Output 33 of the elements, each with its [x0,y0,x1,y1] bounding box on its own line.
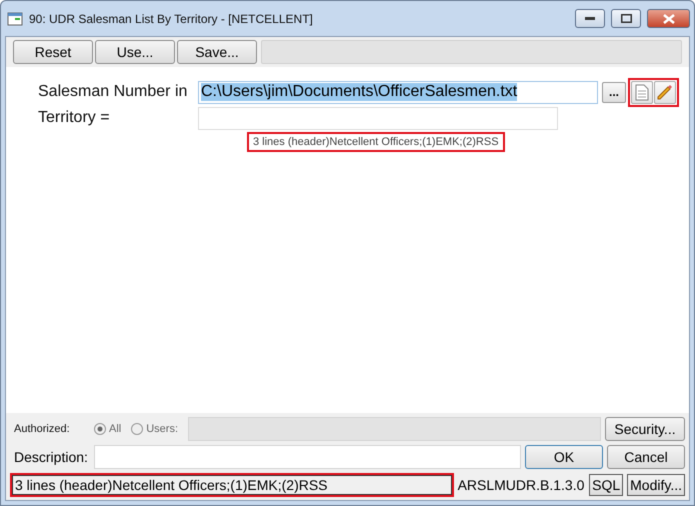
document-icon [635,84,649,100]
toolbar-button[interactable]: Reset [13,40,93,64]
maximize-button[interactable] [611,9,641,28]
dialog-button[interactable]: OK [525,445,603,469]
minimize-button[interactable] [575,9,605,28]
toolbar-button[interactable]: Save... [177,40,257,64]
description-field[interactable] [94,445,521,469]
program-id: ARSLMUDR.B.1.3.0 [458,477,586,493]
dialog-button[interactable]: Cancel [607,445,685,469]
criteria-field[interactable] [198,106,558,130]
window-title: 90: UDR Salesman List By Territory - [NETCELLENT] [29,12,314,26]
status-message: 3 lines (header)Netcellent Officers;(1)EMK;(2)RSS [12,475,452,495]
status-button[interactable]: Modify... [627,474,685,496]
minimize-icon [585,16,595,20]
criteria-field[interactable]: C:\Users\jim\Documents\OfficerSalesmen.txt [198,80,598,104]
criteria-label: Salesman Number in [38,83,188,101]
toolbar-button[interactable]: Use... [95,40,175,64]
close-button[interactable] [647,9,690,28]
radio-option[interactable]: Users: [131,423,178,435]
maximize-icon [620,14,632,23]
description-label: Description: [13,449,89,465]
browse-button[interactable]: ... [602,82,626,102]
document-button[interactable] [631,80,653,104]
close-icon [662,14,674,24]
window-icon [7,10,23,26]
criteria-label: Territory = [38,109,111,127]
hint-tooltip: 3 lines (header)Netcellent Officers;(1)EMK;(2)RSS [247,132,505,152]
edit-button[interactable] [654,80,676,104]
pencil-icon [656,83,674,101]
status-button[interactable]: SQL [589,474,624,496]
security-button[interactable]: Security... [605,417,685,441]
radio-option[interactable]: All [94,423,122,435]
authorized-label: Authorized: [13,423,71,435]
